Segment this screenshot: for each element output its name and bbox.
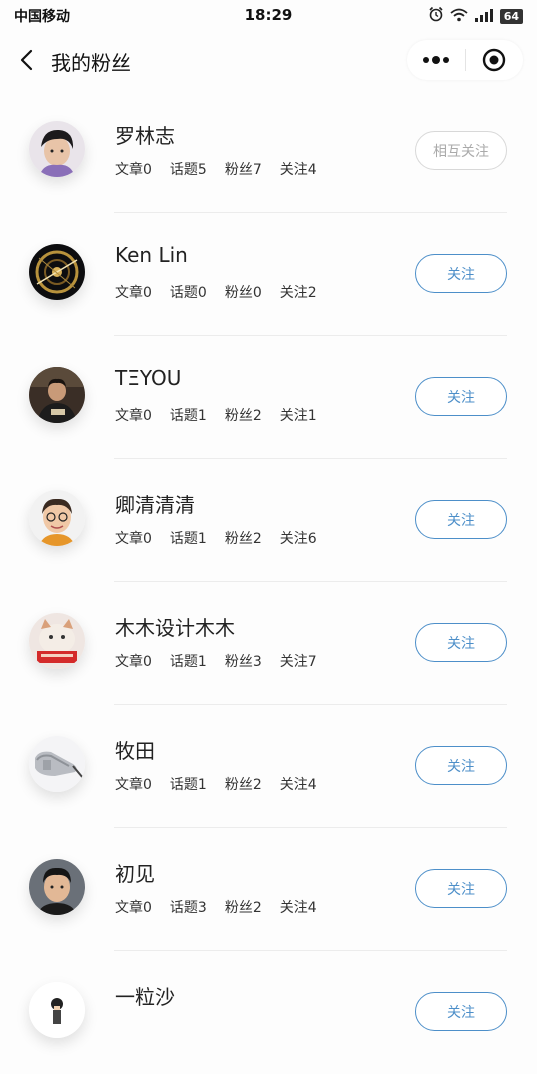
articles-count: 文章0 xyxy=(115,531,152,547)
following-count: 关注4 xyxy=(279,777,317,793)
avatar xyxy=(29,490,85,546)
follower-name: 一粒沙 xyxy=(115,985,175,1009)
target-close-icon xyxy=(483,48,506,72)
fans-count: 粉丝2 xyxy=(224,531,262,547)
topics-count: 话题1 xyxy=(169,408,207,424)
alarm-icon xyxy=(428,6,444,26)
page-title: 我的粉丝 xyxy=(51,51,131,75)
signal-icon xyxy=(474,7,494,26)
list-item[interactable]: Ken Lin 文章0 话题0 粉丝0 关注2 关注 xyxy=(0,213,537,336)
fans-count: 粉丝3 xyxy=(224,654,262,670)
wifi-icon xyxy=(450,7,468,26)
more-button[interactable] xyxy=(407,40,465,80)
topics-count: 话题1 xyxy=(169,777,207,793)
close-button[interactable] xyxy=(465,40,523,80)
status-bar: 中国移动 18:29 64 xyxy=(0,0,537,30)
follower-stats: 文章0 话题1 粉丝2 关注4 xyxy=(115,774,317,794)
chevron-left-icon xyxy=(20,49,33,71)
list-item[interactable]: TΞYOU 文章0 话题1 粉丝2 关注1 关注 xyxy=(0,336,537,459)
follower-stats: 文章0 话题1 粉丝2 关注1 xyxy=(115,405,317,425)
more-dots-icon xyxy=(422,56,449,64)
follow-button[interactable]: 关注 xyxy=(415,746,507,785)
follow-button[interactable]: 关注 xyxy=(415,623,507,662)
follower-stats: 文章0 话题1 粉丝3 关注7 xyxy=(115,651,317,671)
following-count: 关注1 xyxy=(279,408,317,424)
avatar xyxy=(29,244,85,300)
articles-count: 文章0 xyxy=(115,162,152,178)
follower-name: 罗林志 xyxy=(115,124,175,148)
avatar xyxy=(29,613,85,669)
fans-count: 粉丝2 xyxy=(224,900,262,916)
back-button[interactable] xyxy=(10,44,42,76)
follow-button[interactable]: 关注 xyxy=(415,869,507,908)
list-item[interactable]: 木木设计木木 文章0 话题1 粉丝3 关注7 关注 xyxy=(0,582,537,705)
fans-count: 粉丝7 xyxy=(224,162,262,178)
follower-stats: 文章0 话题5 粉丝7 关注4 xyxy=(115,159,317,179)
battery-icon: 64 xyxy=(499,8,523,24)
follow-button[interactable]: 关注 xyxy=(415,254,507,293)
follower-stats: 文章0 话题1 粉丝2 关注6 xyxy=(115,528,317,548)
status-icons: 64 xyxy=(428,6,523,26)
follower-name: 木木设计木木 xyxy=(115,616,235,640)
follower-name: 初见 xyxy=(115,862,155,886)
follower-name: Ken Lin xyxy=(115,243,188,267)
avatar xyxy=(29,736,85,792)
following-count: 关注4 xyxy=(279,900,317,916)
follower-name: 牧田 xyxy=(115,739,155,763)
fans-count: 粉丝2 xyxy=(224,777,262,793)
following-count: 关注6 xyxy=(279,531,317,547)
topics-count: 话题3 xyxy=(169,900,207,916)
avatar xyxy=(29,859,85,915)
follower-stats: 文章0 话题0 粉丝0 关注2 xyxy=(115,282,317,302)
list-item[interactable]: 一粒沙 关注 xyxy=(0,951,537,1074)
list-item[interactable]: 初见 文章0 话题3 粉丝2 关注4 关注 xyxy=(0,828,537,951)
follower-list: 罗林志 文章0 话题5 粉丝7 关注4 相互关注 Ken Lin 文章0 话题0… xyxy=(0,90,537,1074)
list-item[interactable]: 罗林志 文章0 话题5 粉丝7 关注4 相互关注 xyxy=(0,90,537,213)
list-item[interactable]: 牧田 文章0 话题1 粉丝2 关注4 关注 xyxy=(0,705,537,828)
avatar xyxy=(29,982,85,1038)
articles-count: 文章0 xyxy=(115,900,152,916)
fans-count: 粉丝0 xyxy=(224,285,262,301)
follower-name: TΞYOU xyxy=(115,366,182,390)
avatar xyxy=(29,121,85,177)
follow-button[interactable]: 关注 xyxy=(415,992,507,1031)
follow-button[interactable]: 关注 xyxy=(415,500,507,539)
topics-count: 话题5 xyxy=(169,162,207,178)
follower-name: 卿清清清 xyxy=(115,493,195,517)
list-item[interactable]: 卿清清清 文章0 话题1 粉丝2 关注6 关注 xyxy=(0,459,537,582)
articles-count: 文章0 xyxy=(115,777,152,793)
topics-count: 话题0 xyxy=(169,285,207,301)
nav-bar: 我的粉丝 xyxy=(0,30,537,90)
topics-count: 话题1 xyxy=(169,531,207,547)
articles-count: 文章0 xyxy=(115,408,152,424)
avatar xyxy=(29,367,85,423)
articles-count: 文章0 xyxy=(115,654,152,670)
following-count: 关注2 xyxy=(279,285,317,301)
mutual-follow-button[interactable]: 相互关注 xyxy=(415,131,507,170)
articles-count: 文章0 xyxy=(115,285,152,301)
following-count: 关注4 xyxy=(279,162,317,178)
follower-stats: 文章0 话题3 粉丝2 关注4 xyxy=(115,897,317,917)
follow-button[interactable]: 关注 xyxy=(415,377,507,416)
topics-count: 话题1 xyxy=(169,654,207,670)
following-count: 关注7 xyxy=(279,654,317,670)
mini-program-capsule xyxy=(407,40,523,80)
fans-count: 粉丝2 xyxy=(224,408,262,424)
